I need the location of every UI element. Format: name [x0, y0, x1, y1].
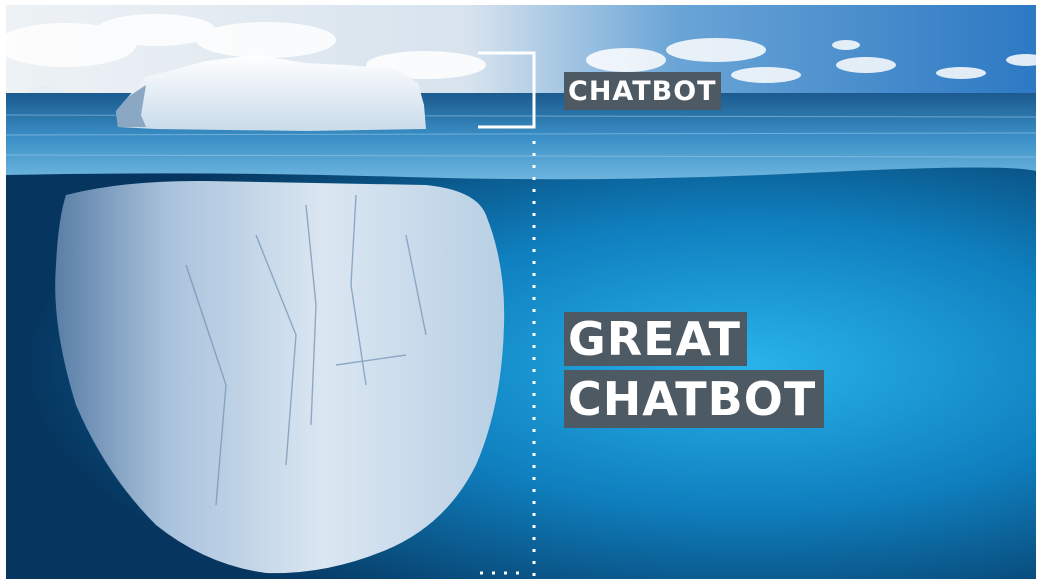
iceberg-illustration: [6, 5, 1036, 579]
great-chatbot-label: CHATBOT: [564, 370, 825, 428]
great-label: GREAT: [564, 312, 748, 366]
chatbot-label: CHATBOT: [564, 72, 721, 110]
iceberg-scene: [6, 5, 1036, 579]
